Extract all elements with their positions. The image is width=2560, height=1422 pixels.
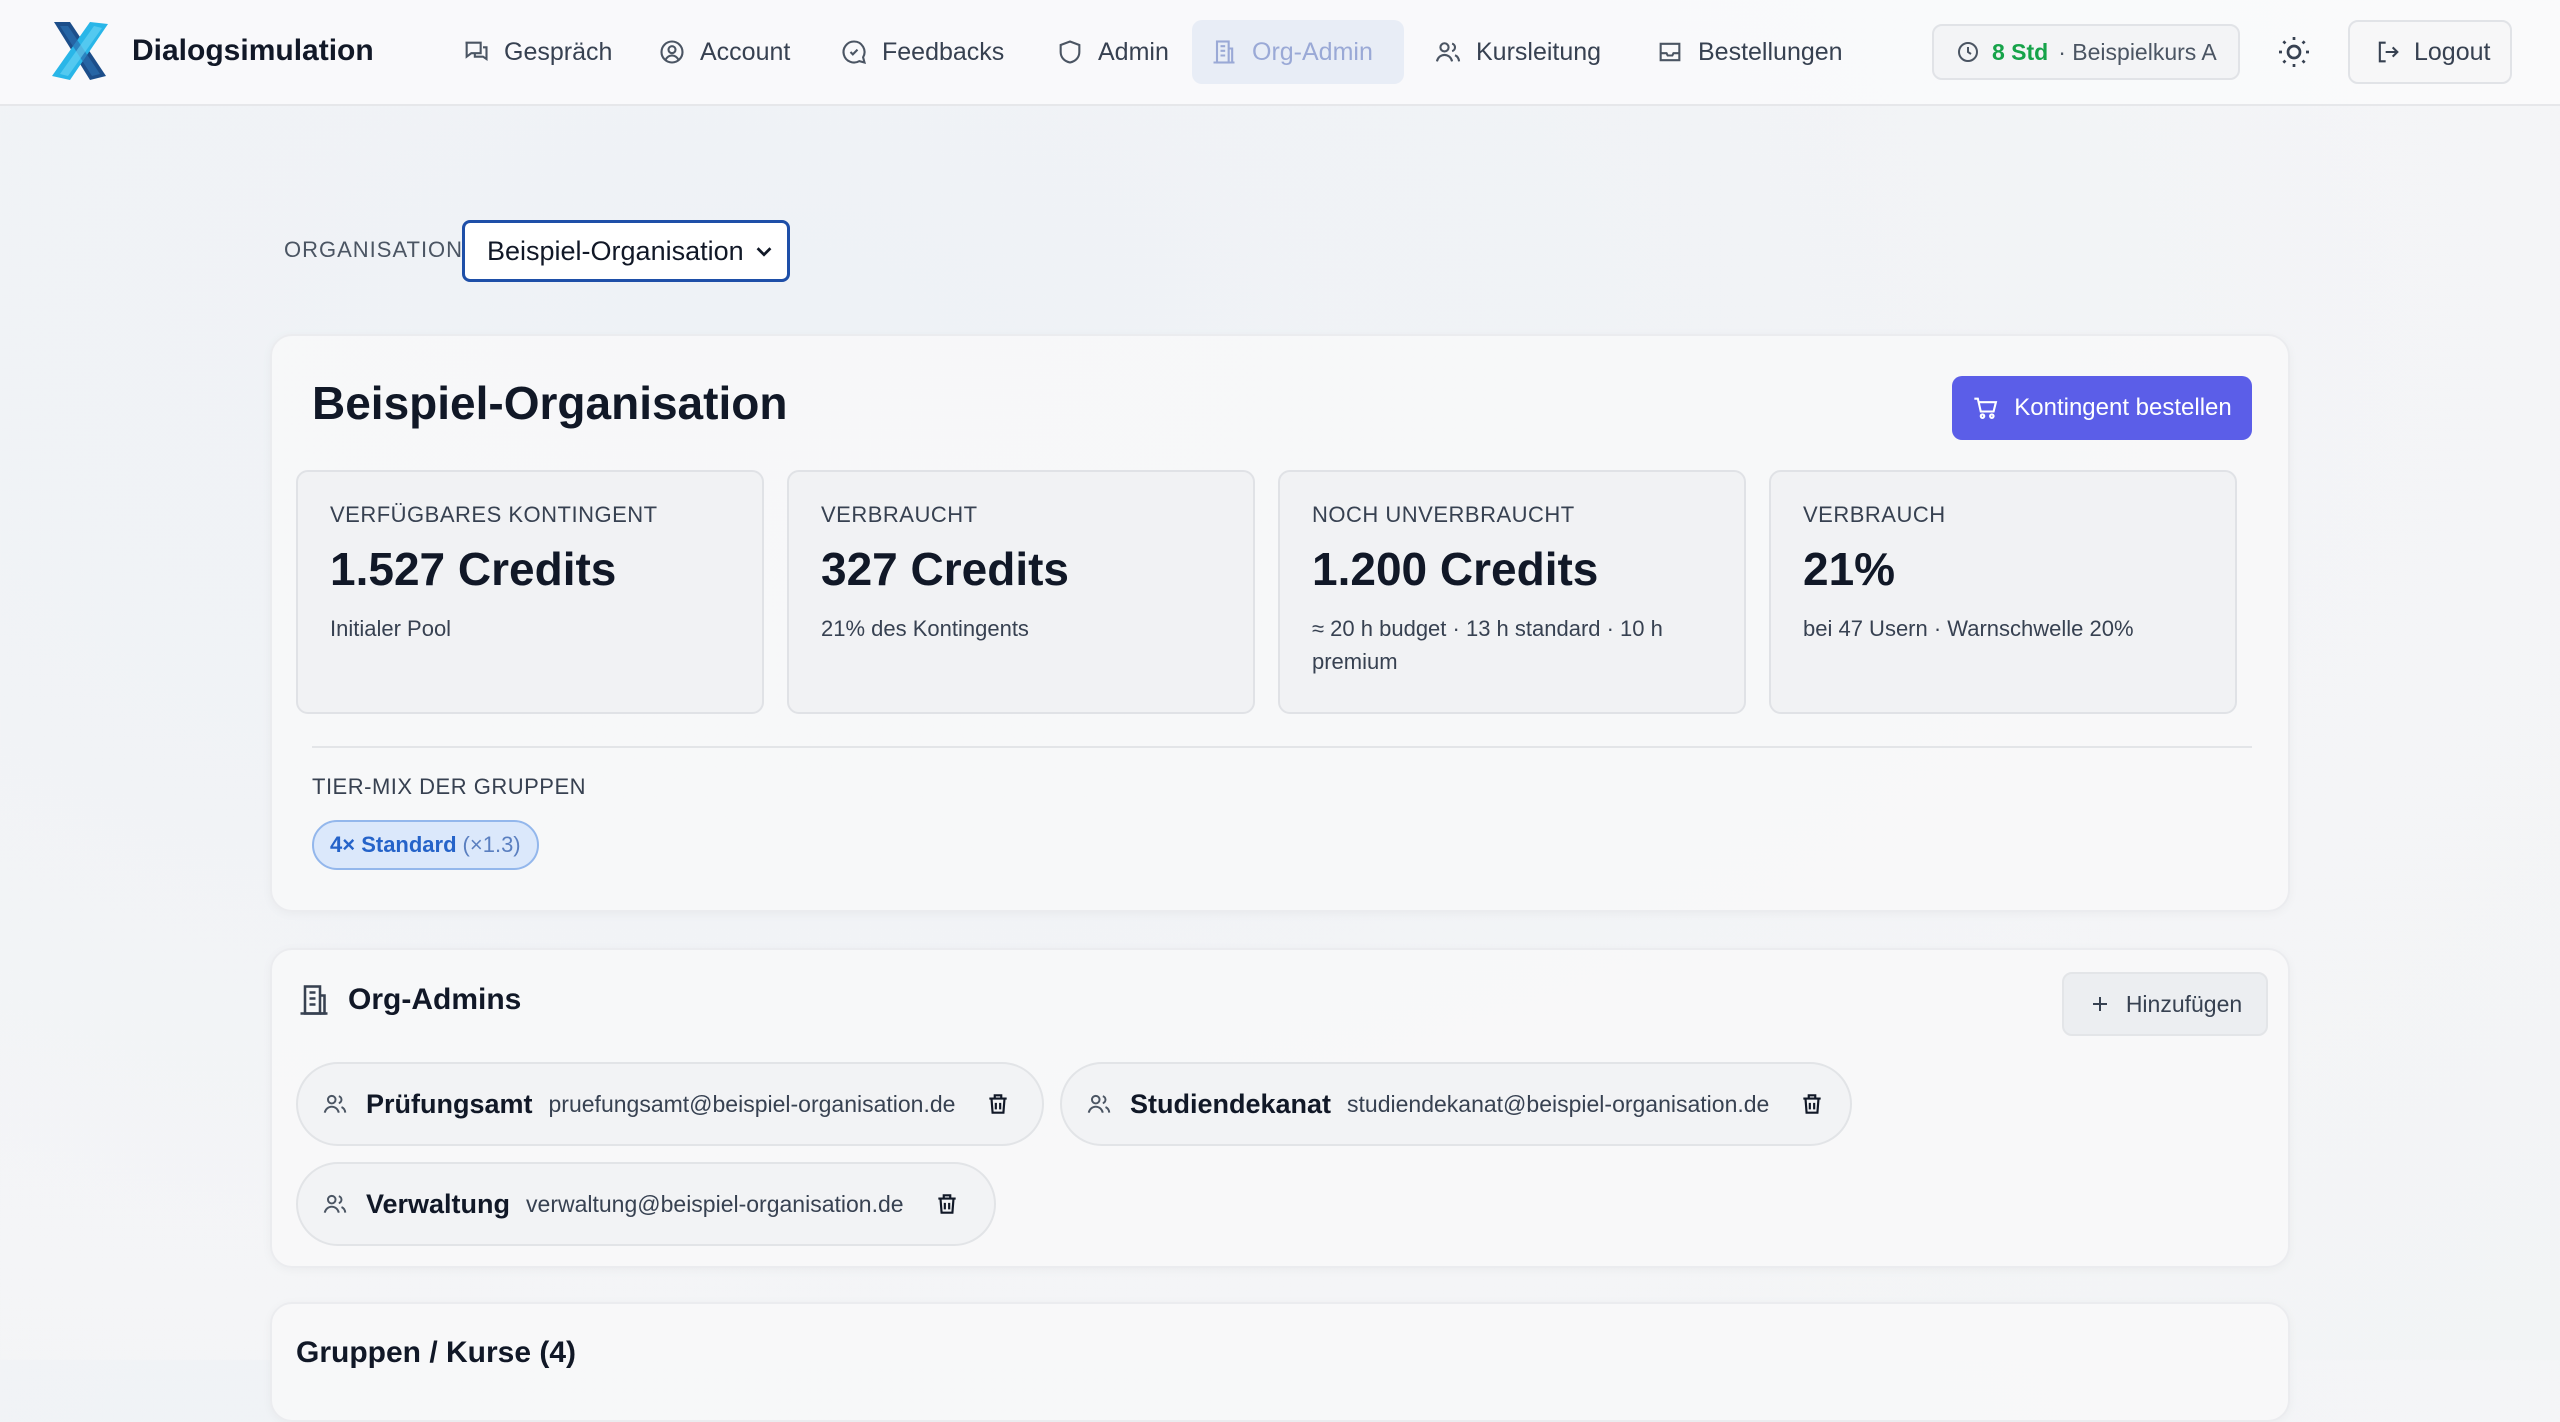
admin-chip-pruefungsamt: Prüfungsamt pruefungsamt@beispiel-organi…	[296, 1062, 1044, 1146]
trash-icon[interactable]	[985, 1091, 1011, 1117]
stat-sub: Initialer Pool	[330, 616, 452, 641]
feedback-icon	[842, 40, 866, 64]
inbox-icon	[1659, 42, 1681, 62]
clock-icon	[1958, 42, 1978, 62]
trash-icon[interactable]	[1799, 1091, 1825, 1117]
org-admins-heading: Org-Admins	[296, 982, 521, 1018]
stat-available-quota: VERFÜGBARES KONTINGENT 1.527 Credits Ini…	[296, 470, 764, 714]
add-admin-label: Hinzufügen	[2125, 990, 2243, 1017]
nav-item-org-admin[interactable]: Org-Admin	[1192, 20, 1404, 84]
organisation-title: Beispiel-Organisation	[312, 377, 788, 429]
chevron-down-icon	[756, 247, 772, 257]
plus-icon	[2092, 997, 2107, 1011]
brand[interactable]: Dialogsimulation	[46, 18, 374, 84]
nav-label: Org-Admin	[1252, 37, 1373, 66]
order-quota-label: Kontingent bestellen	[2014, 394, 2232, 421]
users-icon	[1087, 1094, 1111, 1113]
shield-icon	[1059, 40, 1081, 64]
nav-label: Gespräch	[504, 37, 613, 66]
nav-item-account[interactable]: Account	[640, 20, 808, 84]
organisation-select[interactable]: Beispiel-Organisation	[462, 220, 790, 282]
stat-sub: 21% des Kontingents	[821, 616, 1029, 641]
stat-label: VERFÜGBARES KONTINGENT	[330, 502, 658, 527]
nav-label: Bestellungen	[1698, 37, 1843, 66]
nav-item-gespraech[interactable]: Gespräch	[444, 20, 630, 84]
stat-unused: NOCH UNVERBRAUCHT 1.200 Credits ≈ 20 h b…	[1278, 470, 1746, 714]
stat-value: 21%	[1803, 543, 1896, 595]
logout-icon	[2378, 41, 2399, 63]
cart-icon	[1974, 397, 1998, 419]
tier-name: 4× Standard	[330, 832, 457, 857]
x-logo-icon	[52, 22, 108, 80]
app-name: Dialogsimulation	[132, 34, 374, 67]
sun-icon[interactable]	[2276, 34, 2312, 70]
stat-label: VERBRAUCHT	[821, 502, 978, 527]
stat-consumption: VERBRAUCH 21% bei 47 Usern · Warnschwell…	[1769, 470, 2237, 714]
top-navigation-bar: Dialogsimulation Gespräch Account Feedba…	[0, 0, 2560, 106]
stat-value: 327 Credits	[821, 543, 1070, 595]
quota-course: · Beispielkurs A	[2058, 38, 2217, 65]
quota-hours: 8 Std	[1992, 38, 2049, 65]
groups-title: Gruppen / Kurse (4)	[296, 1336, 577, 1369]
nav-item-kursleitung[interactable]: Kursleitung	[1416, 20, 1619, 84]
trash-icon[interactable]	[934, 1191, 960, 1217]
admin-chip-verwaltung: Verwaltung verwaltung@beispiel-organisat…	[296, 1162, 996, 1246]
quota-status-pill[interactable]: 8 Std · Beispielkurs A	[1932, 24, 2240, 80]
tier-multiplier: (×1.3)	[462, 832, 521, 857]
tier-mix-label: TIER-MIX DER GRUPPEN	[312, 774, 587, 799]
admin-email: pruefungsamt@beispiel-organisation.de	[548, 1090, 956, 1117]
nav-label: Account	[700, 37, 791, 66]
organisation-overview-card: Beispiel-Organisation Kontingent bestell…	[270, 334, 2290, 912]
admin-name: Studiendekanat	[1130, 1088, 1332, 1119]
admin-email: studiendekanat@beispiel-organisation.de	[1347, 1090, 1770, 1117]
stat-value: 1.527 Credits	[330, 543, 617, 595]
users-icon	[1435, 42, 1461, 62]
nav-item-feedbacks[interactable]: Feedbacks	[822, 20, 1022, 84]
stat-sub: ≈ 20 h budget · 13 h standard · 10 h pre…	[1312, 616, 1663, 674]
admin-name: Verwaltung	[366, 1188, 511, 1219]
nav-label: Feedbacks	[882, 37, 1005, 66]
stat-used: VERBRAUCHT 327 Credits 21% des Kontingen…	[787, 470, 1255, 714]
groups-card: Gruppen / Kurse (4)	[270, 1302, 2290, 1422]
user-circle-icon	[660, 40, 684, 64]
divider	[312, 746, 2252, 748]
building-icon	[300, 985, 328, 1015]
admin-email: verwaltung@beispiel-organisation.de	[526, 1190, 904, 1217]
nav-label: Kursleitung	[1476, 37, 1602, 66]
stat-label: VERBRAUCH	[1803, 502, 1946, 527]
stat-value: 1.200 Credits	[1312, 543, 1599, 595]
tier-mix-chip: 4× Standard (×1.3)	[312, 820, 539, 870]
admin-chip-studiendekanat: Studiendekanat studiendekanat@beispiel-o…	[1060, 1062, 1852, 1146]
org-admins-card: Org-Admins Hinzufügen Prüfungsamt pruefu…	[270, 948, 2290, 1268]
users-icon	[323, 1094, 347, 1113]
org-admins-title: Org-Admins	[348, 983, 522, 1016]
nav-label: Admin	[1098, 37, 1169, 66]
nav-item-admin[interactable]: Admin	[1038, 20, 1187, 84]
add-admin-button[interactable]: Hinzufügen	[2062, 972, 2268, 1036]
users-icon	[323, 1194, 347, 1213]
nav-item-bestellungen[interactable]: Bestellungen	[1638, 20, 1861, 84]
organisation-select-value: Beispiel-Organisation	[487, 235, 744, 266]
order-quota-button[interactable]: Kontingent bestellen	[1952, 376, 2252, 440]
stat-sub: bei 47 Usern · Warnschwelle 20%	[1803, 616, 2134, 641]
building-icon	[1213, 40, 1235, 64]
logout-label: Logout	[2414, 37, 2491, 66]
chat-icon	[465, 41, 488, 61]
stat-label: NOCH UNVERBRAUCHT	[1312, 502, 1575, 527]
logout-button[interactable]: Logout	[2348, 20, 2512, 84]
admin-name: Prüfungsamt	[366, 1088, 533, 1119]
organisation-label: ORGANISATION	[284, 237, 464, 262]
